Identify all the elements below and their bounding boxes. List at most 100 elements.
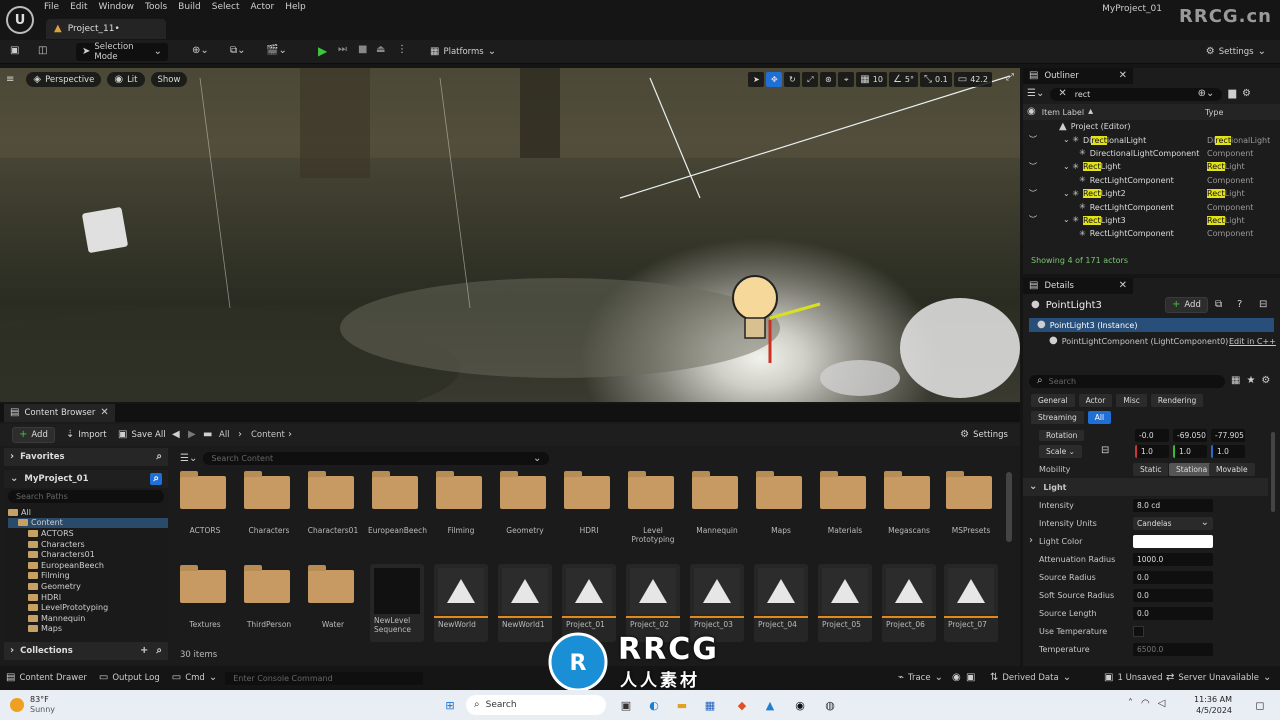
visibility-icon[interactable]: ︶ (1029, 162, 1037, 171)
details-scrollbar[interactable] (1271, 432, 1275, 512)
search-icon[interactable]: ⌕ (156, 452, 162, 462)
outliner-row[interactable]: ✳ RectLightComponent Component (1023, 227, 1280, 240)
tree-item[interactable]: Filming (8, 571, 168, 582)
unreal-taskbar-icon[interactable]: ◉ (790, 695, 810, 715)
tree-item[interactable]: Geometry (8, 581, 168, 592)
visibility-icon[interactable]: ︶ (1029, 189, 1037, 198)
edit-cpp-link[interactable]: Edit in C++ (1229, 337, 1276, 346)
filter-misc[interactable]: Misc (1116, 394, 1147, 407)
level-viewport[interactable]: ≡ ◈ Perspective ◉ Lit Show ➤ ✥ ↻ ⤢ ⊛ ⌖ ▦… (0, 68, 1020, 402)
advance-frame-icon[interactable]: ⏭ (338, 45, 347, 55)
platforms-dropdown[interactable]: ▦ Platforms ⌄ (424, 43, 502, 61)
use-temperature-checkbox[interactable] (1133, 625, 1144, 637)
folder-tile[interactable]: Water (304, 562, 362, 648)
hamburger-icon[interactable]: ≡ (6, 74, 14, 85)
store-icon[interactable]: ▦ (700, 695, 720, 715)
folder-tile[interactable]: ACTORS (176, 468, 234, 554)
rotation-snap-button[interactable]: ∠ 5° (888, 72, 918, 87)
unreal-logo-icon[interactable]: U (6, 6, 34, 34)
intensity-units-dropdown[interactable]: Candelas ⌄ (1133, 516, 1213, 530)
cb-settings-button[interactable]: ⚙ Settings (954, 427, 1014, 443)
search-content-input[interactable]: Search Content ⌄ (203, 452, 550, 465)
folder-tile[interactable]: Filming (432, 468, 490, 554)
cinematics-icon[interactable]: 🎬⌄ (266, 46, 287, 56)
outliner-row[interactable]: ︶ ⌄ ✳ RectLight3 RectLight (1023, 214, 1280, 227)
asset-tile[interactable]: NewWorld (434, 564, 488, 642)
select-tool-icon[interactable]: ➤ (748, 72, 765, 87)
tree-item[interactable]: Mannequin (8, 613, 168, 624)
grid-snap-button[interactable]: ▦ 10 (856, 72, 887, 87)
favorites-header[interactable]: › Favorites ⌕ (4, 448, 168, 466)
lock-icon[interactable]: ⊟ (1101, 446, 1109, 456)
scale-snap-button[interactable]: ⤡ 0.1 (920, 72, 952, 87)
breadcrumb-content[interactable]: Content (251, 430, 285, 440)
folder-tile[interactable]: Characters01 (304, 468, 362, 554)
instance-row[interactable]: ● PointLight3 (Instance) (1029, 318, 1274, 332)
windows-start-icon[interactable]: ⊞ (440, 695, 460, 715)
tree-item[interactable]: EuropeanBeech (8, 560, 168, 571)
mobility-stationary[interactable]: Stationa (1169, 462, 1215, 476)
photos-icon[interactable]: ▲ (760, 695, 780, 715)
menu-tools[interactable]: Tools (145, 2, 178, 12)
add-component-button[interactable]: + Add (1165, 297, 1208, 313)
asset-grid-scrollbar[interactable] (1006, 472, 1012, 542)
search-icon[interactable]: ⌕ (156, 646, 162, 656)
collections-header[interactable]: › Collections + ⌕ (4, 642, 168, 660)
system-tray[interactable]: ˄ ◠ ◁ (1128, 699, 1165, 709)
rotate-tool-icon[interactable]: ↻ (784, 72, 801, 87)
trace-dropdown[interactable]: ⌁ Trace ⌄ (892, 668, 949, 688)
menu-build[interactable]: Build (178, 2, 212, 12)
project-header[interactable]: ⌄ MyProject_01 ⌕ (4, 470, 168, 488)
stop-icon[interactable]: ■ (358, 45, 367, 55)
outliner-tab[interactable]: ▤ Outliner ✕ (1023, 68, 1133, 84)
record-icon[interactable]: ◉ (952, 673, 961, 683)
play-icon[interactable]: ▶ (318, 45, 327, 57)
attenuation-value[interactable]: 1000.0 (1133, 552, 1213, 566)
type-column[interactable]: Type (1205, 108, 1223, 117)
close-icon[interactable]: ✕ (1119, 281, 1127, 291)
scale-dropdown[interactable]: Scale ⌄ (1039, 444, 1082, 458)
tree-item[interactable]: HDRI (8, 592, 168, 603)
folder-tile[interactable]: MSPresets (942, 468, 1000, 554)
outliner-row[interactable]: ︶ ⌄ ✳ DirectionalLight DirectionalLight (1023, 133, 1280, 146)
tree-item[interactable]: Characters (8, 539, 168, 550)
file-explorer-icon[interactable]: ▬ (672, 695, 692, 715)
task-view-icon[interactable]: ▣ (616, 695, 636, 715)
console-input[interactable]: Enter Console Command (225, 671, 424, 685)
close-icon[interactable]: ✕ (1119, 71, 1127, 81)
import-button[interactable]: ⇣ Import (60, 427, 113, 443)
asset-tile[interactable]: Project_04 (754, 564, 808, 642)
clock[interactable]: 11:36 AM 4/5/2024 (1190, 694, 1232, 716)
add-button[interactable]: + Add (12, 427, 55, 443)
filter-streaming[interactable]: Streaming (1031, 411, 1084, 424)
folder-tile[interactable]: EuropeanBeech (368, 468, 427, 554)
translate-tool-icon[interactable]: ✥ (766, 72, 783, 87)
tree-item[interactable]: Maps (8, 624, 168, 635)
rotation-x[interactable]: -0.0 (1135, 428, 1169, 442)
mobility-movable[interactable]: Movable (1209, 462, 1255, 476)
details-search-input[interactable]: ⌕ Search (1029, 374, 1225, 388)
scale-x[interactable]: 1.0 (1135, 444, 1169, 458)
browse-icon[interactable]: ◫ (38, 46, 47, 56)
filter-general[interactable]: General (1031, 394, 1075, 407)
camera-icon[interactable]: ▣ (966, 673, 975, 683)
asset-tile[interactable]: Project_07 (944, 564, 998, 642)
camera-speed-button[interactable]: ▭ 42.2 (953, 72, 992, 87)
tree-item[interactable]: LevelPrototyping (8, 602, 168, 613)
taskbar-search[interactable]: ⌕ Search (466, 695, 606, 715)
derived-data-button[interactable]: ⇅ Derived Data ⌄ (984, 668, 1077, 688)
filter-icon[interactable]: ☰⌄ (1027, 89, 1044, 99)
folder-tile[interactable]: Geometry (496, 468, 554, 554)
soft-radius-value[interactable]: 0.0 (1133, 588, 1213, 602)
tree-item[interactable]: ACTORS (8, 528, 168, 539)
world-space-icon[interactable]: ⊛ (820, 72, 837, 87)
perspective-button[interactable]: ◈ Perspective (26, 72, 102, 87)
outliner-row[interactable]: ︶ ⌄ ✳ RectLight RectLight (1023, 160, 1280, 173)
level-tab[interactable]: ▲ Project_11• (46, 19, 166, 39)
settings-button[interactable]: ⚙ Settings ⌄ (1200, 43, 1272, 61)
folder-tile[interactable]: Mannequin (688, 468, 746, 554)
lock-icon[interactable]: ⊟ (1259, 300, 1267, 310)
blueprint-icon[interactable]: ⧉⌄ (230, 46, 246, 56)
chevron-right-icon[interactable]: › (1029, 536, 1033, 546)
plus-icon[interactable]: + (140, 646, 148, 656)
